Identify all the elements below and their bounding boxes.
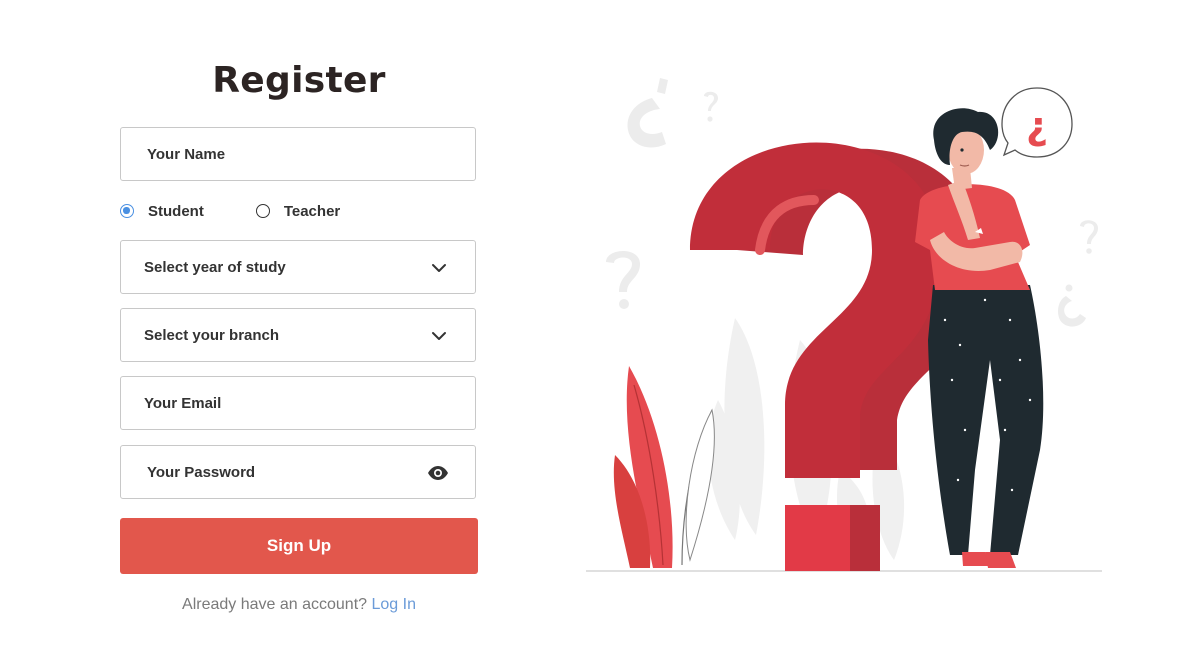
name-input[interactable]: Your Name bbox=[120, 127, 476, 181]
eye-icon[interactable] bbox=[427, 465, 449, 481]
question-illustration: ¿ bbox=[586, 78, 1102, 572]
role-radio-group: Student Teacher bbox=[120, 200, 340, 222]
teacher-radio-label: Teacher bbox=[283, 202, 341, 220]
login-prompt-line: Already have an account? Log In bbox=[120, 596, 478, 614]
name-placeholder: Your Name bbox=[147, 145, 226, 163]
student-radio[interactable]: Student bbox=[120, 203, 204, 220]
branch-select-label: Select your branch bbox=[144, 326, 280, 344]
question-mark-dot bbox=[785, 505, 861, 571]
teacher-radio[interactable]: Teacher bbox=[255, 202, 341, 220]
email-placeholder: Your Email bbox=[144, 394, 222, 412]
radio-unchecked-icon bbox=[255, 204, 270, 218]
password-placeholder: Your Password bbox=[147, 463, 256, 481]
year-select-label: Select year of study bbox=[144, 258, 286, 276]
chevron-down-icon bbox=[432, 264, 446, 272]
login-link[interactable]: Log In bbox=[371, 596, 415, 613]
email-input[interactable]: Your Email bbox=[120, 376, 476, 430]
year-select[interactable]: Select year of study bbox=[120, 240, 476, 294]
chevron-down-icon bbox=[432, 332, 446, 340]
sign-up-button[interactable]: Sign Up bbox=[120, 518, 478, 574]
radio-checked-icon bbox=[120, 204, 134, 218]
page-title: Register bbox=[212, 60, 386, 101]
speech-bubble: ¿ bbox=[1001, 87, 1073, 158]
login-prompt-text: Already have an account? bbox=[182, 596, 368, 613]
speech-bubble-text: ¿ bbox=[1026, 104, 1048, 148]
student-radio-label: Student bbox=[148, 202, 204, 220]
password-input[interactable]: Your Password bbox=[120, 445, 476, 499]
branch-select[interactable]: Select your branch bbox=[120, 308, 476, 362]
red-plant bbox=[613, 366, 715, 568]
